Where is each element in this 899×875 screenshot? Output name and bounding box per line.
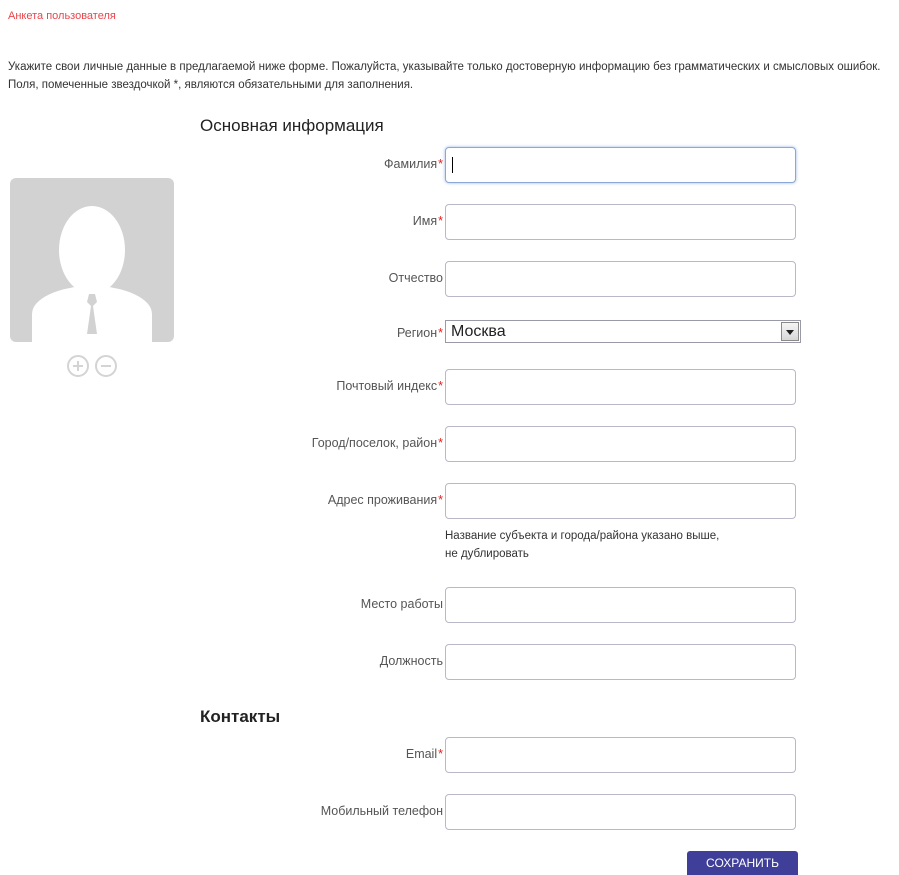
section-title-contacts: Контакты (200, 707, 281, 726)
address-hint: Название субъекта и города/района указан… (445, 527, 719, 563)
email-input[interactable] (445, 737, 796, 773)
workplace-input[interactable] (445, 587, 796, 623)
patronymic-input[interactable] (445, 261, 796, 297)
last-name-label: Фамилия* (384, 157, 443, 171)
last-name-row: Фамилия* (180, 147, 800, 185)
text-caret (452, 157, 453, 173)
position-input[interactable] (445, 644, 796, 680)
section-title-main: Основная информация (200, 116, 384, 135)
page-heading: Анкета пользователя (8, 10, 116, 22)
region-label: Регион* (396, 326, 443, 340)
plus-circle-icon[interactable] (67, 355, 89, 377)
minus-circle-icon[interactable] (95, 355, 117, 377)
required-mark: * (438, 326, 443, 340)
first-name-row: Имя* (180, 204, 800, 242)
city-label: Город/поселок, район* (311, 436, 443, 450)
patronymic-label: Отчество (388, 271, 443, 285)
required-mark: * (438, 214, 443, 228)
region-row: Регион* Москва (180, 314, 801, 352)
required-mark: * (438, 379, 443, 393)
mobile-row: Мобильный телефон (180, 794, 800, 832)
address-label: Адрес проживания* (327, 493, 443, 507)
required-mark: * (438, 493, 443, 507)
position-row: Должность (180, 644, 800, 682)
workplace-label: Место работы (360, 597, 443, 611)
avatar-head-shape (59, 206, 125, 294)
address-hint-line: Название субъекта и города/района указан… (445, 530, 720, 542)
address-row: Адрес проживания* (180, 483, 800, 521)
city-input[interactable] (445, 426, 796, 462)
postal-code-input[interactable] (445, 369, 796, 405)
intro-text: Укажите свои личные данные в предлагаемо… (8, 61, 881, 91)
email-row: Email* (180, 737, 800, 775)
email-label: Email* (405, 747, 443, 761)
required-mark: * (438, 157, 443, 171)
required-mark: * (438, 436, 443, 450)
position-label: Должность (379, 654, 443, 668)
region-select-value: Москва (451, 323, 506, 340)
first-name-input[interactable] (445, 204, 796, 240)
postal-code-label: Почтовый индекс* (336, 379, 443, 393)
avatar-placeholder (10, 178, 174, 342)
address-hint-line: не дублировать (445, 548, 529, 560)
region-select[interactable]: Москва (445, 320, 801, 343)
postal-code-row: Почтовый индекс* (180, 369, 800, 407)
patronymic-row: Отчество (180, 261, 800, 299)
first-name-label: Имя* (412, 214, 443, 228)
workplace-row: Место работы (180, 587, 800, 625)
city-row: Город/поселок, район* (180, 426, 800, 464)
required-mark: * (438, 747, 443, 761)
chevron-down-icon[interactable] (781, 322, 799, 341)
address-input[interactable] (445, 483, 796, 519)
mobile-input[interactable] (445, 794, 796, 830)
mobile-label: Мобильный телефон (320, 804, 443, 818)
save-button[interactable]: Сохранить (687, 851, 798, 875)
last-name-input[interactable] (445, 147, 796, 183)
